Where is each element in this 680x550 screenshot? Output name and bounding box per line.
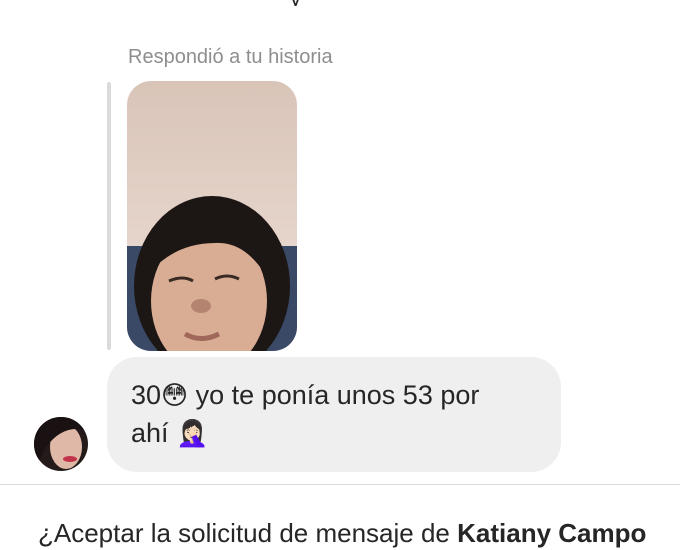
flushed-face-emoji-icon: 😳 [161,381,189,411]
partial-previous-message: y [290,0,380,6]
message-text-line2: ahí [131,418,177,448]
request-sender-name: Katiany Campo [457,518,647,548]
story-reply-label: Respondió a tu historia [128,46,333,68]
story-image [127,81,297,351]
request-prompt-prefix: ¿Aceptar la solicitud de mensaje de [38,518,458,548]
reply-indicator-bar [107,82,111,350]
message-text-start: 30 [131,380,162,410]
section-divider [0,484,680,485]
partial-previous-text: y [290,0,301,6]
message-request-prompt: ¿Aceptar la solicitud de mensaje de Kati… [38,518,646,549]
story-thumbnail[interactable] [127,81,297,351]
message-text-mid: yo te ponía unos 53 por [188,380,480,410]
facepalm-emoji-icon: 🤦🏻‍♀️ [176,419,209,449]
message-bubble[interactable]: 30😳 yo te ponía unos 53 por ahí 🤦🏻‍♀️ [107,357,561,472]
avatar-image [34,417,88,471]
sender-avatar[interactable] [34,417,88,471]
